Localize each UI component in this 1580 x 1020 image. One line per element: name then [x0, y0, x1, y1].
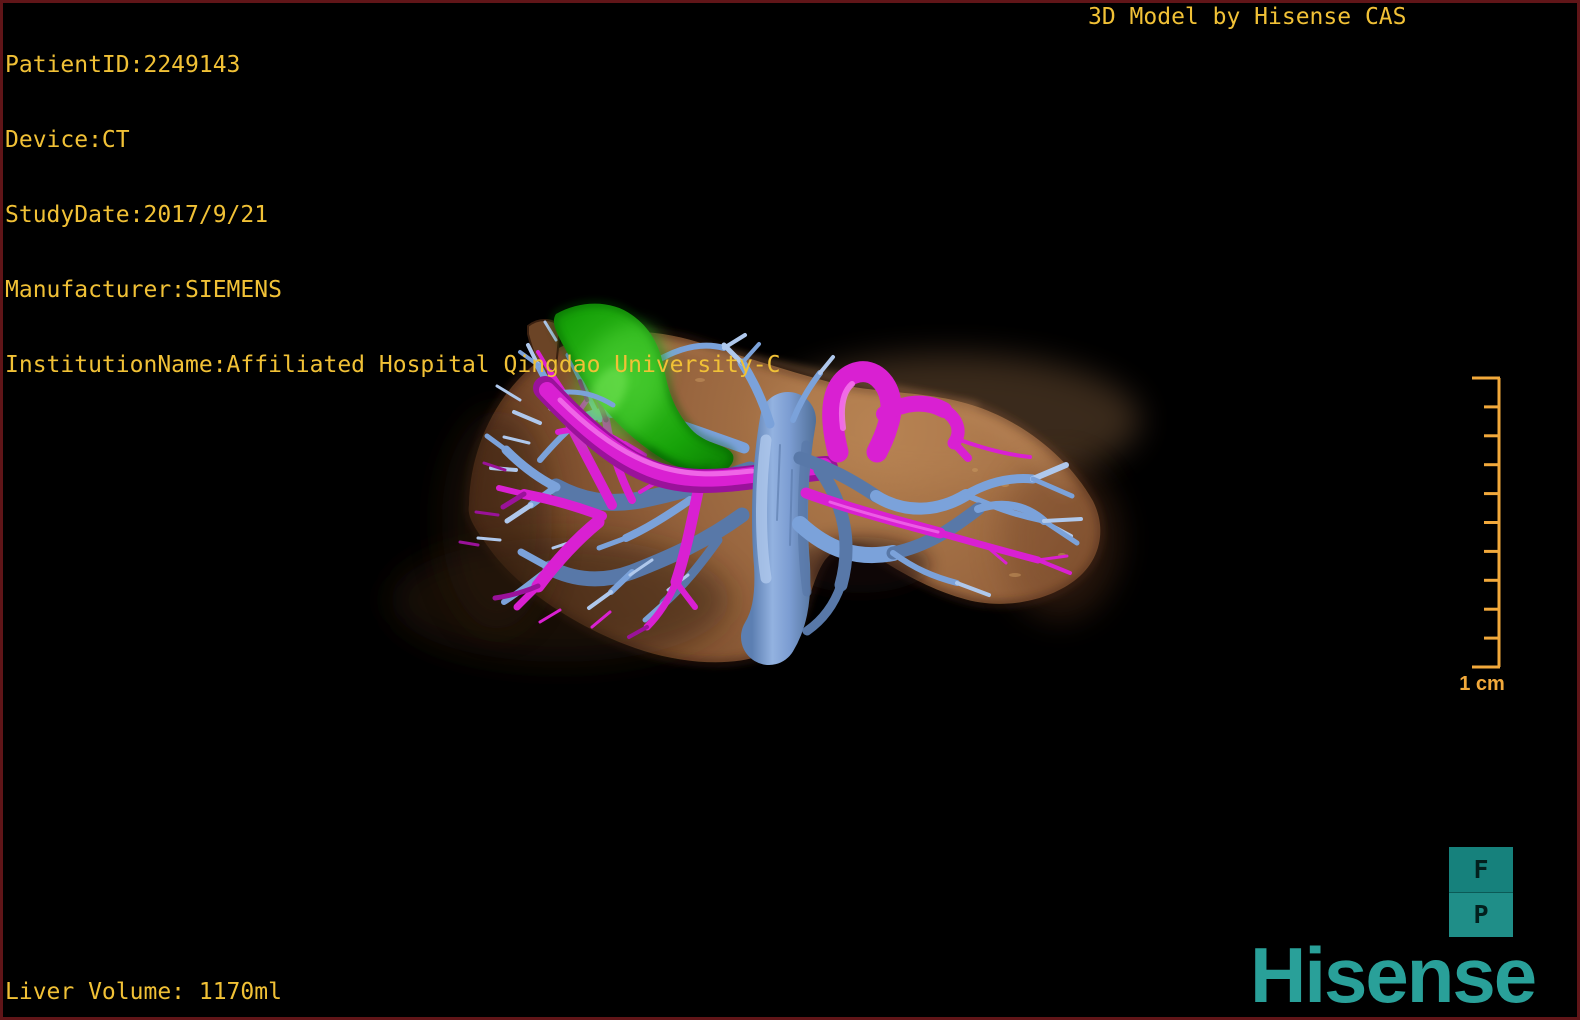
- orientation-posterior-label: P: [1473, 900, 1489, 930]
- app-title: 3D Model by Hisense CAS: [1088, 4, 1407, 30]
- study-date-text: StudyDate:2017/9/21: [5, 202, 269, 228]
- institution-text: InstitutionName:Affiliated Hospital Qing…: [5, 352, 781, 378]
- manufacturer-text: Manufacturer:SIEMENS: [5, 277, 282, 303]
- device-text: Device:CT: [5, 127, 130, 153]
- hisense-logo: Hisense: [1250, 931, 1537, 1019]
- patient-id-text: PatientID:2249143: [5, 52, 241, 78]
- scale-label: 1 cm: [1459, 673, 1505, 695]
- scale-ruler: 1 cm: [1459, 376, 1505, 695]
- dicom-overlay: PatientID:2249143 Device:CT StudyDate:20…: [5, 3, 780, 403]
- orientation-front-cell[interactable]: F: [1449, 847, 1513, 893]
- orientation-front-label: F: [1473, 854, 1489, 884]
- orientation-widget[interactable]: F P: [1449, 847, 1513, 937]
- liver-volume-text: Liver Volume: 1170ml: [5, 979, 282, 1005]
